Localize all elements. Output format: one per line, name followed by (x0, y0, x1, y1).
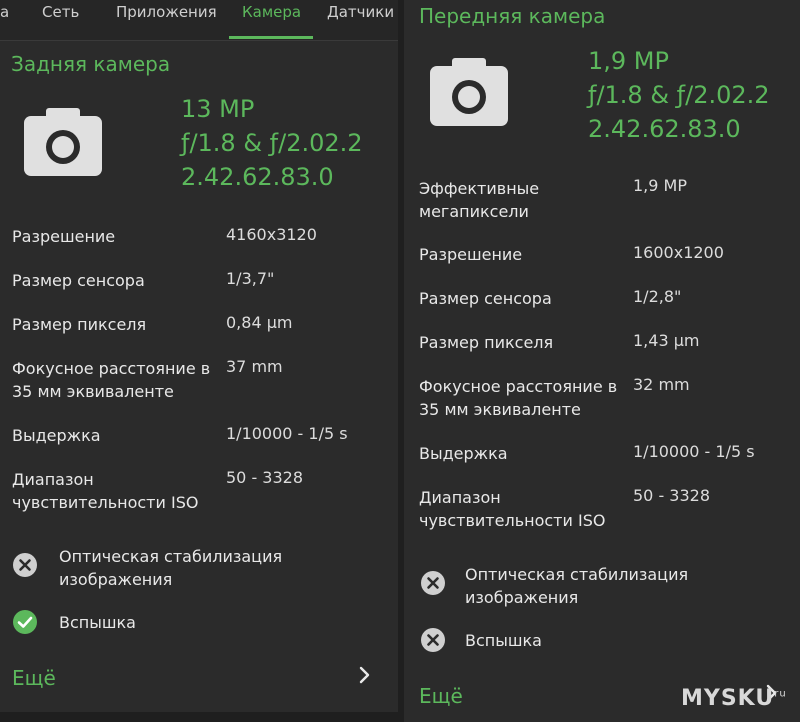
rear-spec-aperture: ƒ/1.8 & ƒ/2.02.2 (181, 129, 363, 157)
rear-focal-equiv-label: Фокусное расстояние в 35 мм эквиваленте (12, 359, 211, 401)
front-spec-aperture: ƒ/1.8 & ƒ/2.02.2 (588, 81, 770, 109)
rear-pixel-size-label: Размер пикселя (12, 315, 147, 334)
rear-more-link[interactable]: Ещё (12, 666, 56, 690)
front-spec-focal: 2.42.62.83.0 (588, 115, 741, 143)
front-shutter-label: Выдержка (419, 444, 508, 463)
rear-pixel-size-value: 0,84 µm (226, 313, 293, 332)
rear-sensor-size-value: 1/3,7" (226, 269, 275, 288)
front-camera-panel: Передняя камера 1,9 MP ƒ/1.8 & ƒ/2.02.2 … (404, 0, 800, 722)
front-sensor-size-label: Размер сенсора (419, 289, 552, 308)
rear-flash-label: Вспышка (59, 613, 136, 632)
tab-camera[interactable]: Камера (242, 3, 301, 21)
rear-sensor-size-label: Размер сенсора (12, 271, 145, 290)
rear-spec-focal: 2.42.62.83.0 (181, 163, 334, 191)
front-focal-equiv-value: 32 mm (633, 375, 690, 394)
rear-iso-label: Диапазон чувствительности ISO (12, 470, 199, 512)
front-pixel-size-value: 1,43 µm (633, 331, 700, 350)
front-spec-megapixels: 1,9 MP (588, 47, 669, 75)
front-shutter-value: 1/10000 - 1/5 s (633, 442, 755, 461)
rear-iso-value: 50 - 3328 (226, 468, 304, 487)
front-iso-label: Диапазон чувствительности ISO (419, 488, 606, 530)
tab-partial[interactable]: а (0, 3, 9, 21)
front-resolution-label: Разрешение (419, 245, 523, 264)
camera-icon (24, 108, 102, 176)
front-focal-equiv-label: Фокусное расстояние в 35 мм эквиваленте (419, 377, 618, 419)
rear-focal-equiv-value: 37 mm (226, 357, 283, 376)
front-flash-label: Вспышка (465, 631, 542, 650)
rear-resolution-value: 4160x3120 (226, 225, 317, 244)
rear-resolution-label: Разрешение (12, 227, 116, 246)
watermark-suffix: ru (774, 688, 787, 700)
front-iso-value: 50 - 3328 (633, 486, 711, 505)
front-resolution-value: 1600x1200 (633, 243, 724, 262)
active-tab-indicator (229, 36, 313, 39)
check-circle-icon (13, 610, 37, 634)
rear-camera-title: Задняя камера (11, 52, 171, 76)
camera-icon (430, 58, 508, 126)
tab-apps[interactable]: Приложения (116, 3, 217, 21)
rear-shutter-value: 1/10000 - 1/5 s (226, 424, 348, 443)
front-pixel-size-label: Размер пикселя (419, 333, 554, 352)
front-sensor-size-value: 1/2,8" (633, 287, 682, 306)
cross-circle-icon (421, 628, 445, 652)
tab-sensors[interactable]: Датчики (327, 3, 394, 21)
rear-camera-panel: а Сеть Приложения Камера Датчики Задняя … (0, 0, 398, 712)
front-camera-title: Передняя камера (419, 4, 606, 28)
rear-ois-label: Оптическая стабилизация изображения (59, 547, 283, 589)
front-more-link[interactable]: Ещё (419, 684, 463, 708)
cross-circle-icon (421, 571, 445, 595)
chevron-right-icon[interactable] (357, 666, 371, 684)
tab-bar: а Сеть Приложения Камера Датчики (0, 0, 398, 41)
watermark-logo: MYSKUru (681, 686, 787, 711)
rear-shutter-label: Выдержка (12, 426, 101, 445)
tab-network[interactable]: Сеть (42, 3, 79, 21)
front-effective-mp-value: 1,9 MP (633, 176, 687, 195)
front-effective-mp-label: Эффективные мегапиксели (419, 179, 540, 221)
watermark-text: MYSKU (681, 686, 775, 711)
front-ois-label: Оптическая стабилизация изображения (465, 565, 689, 607)
cross-circle-icon (13, 553, 37, 577)
rear-spec-megapixels: 13 MP (181, 95, 255, 123)
